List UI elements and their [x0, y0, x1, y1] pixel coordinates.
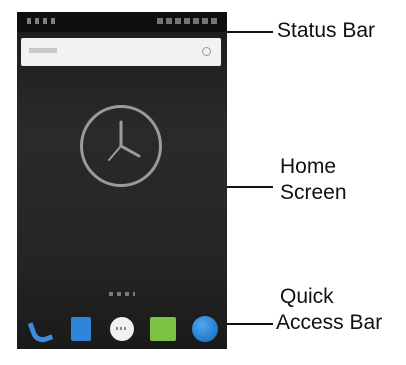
home-screen-callout-line: [227, 186, 273, 188]
page-indicator: [109, 292, 135, 296]
system-status-icons: [157, 18, 217, 24]
search-icon: [202, 47, 211, 56]
messaging-icon: [110, 317, 134, 341]
clock-widget: [80, 105, 162, 187]
status-bar: [17, 12, 227, 32]
phone-screen: [17, 12, 227, 349]
browser-icon: [192, 316, 218, 342]
notification-icons: [27, 18, 57, 24]
quick-access-bar: [17, 309, 227, 349]
home-screen-label: Home Screen: [280, 154, 347, 206]
contacts-icon: [71, 317, 91, 341]
quick-access-label-line2: Access Bar: [276, 311, 383, 334]
quick-access-label-line1: Quick: [280, 285, 334, 308]
quick-access-callout-line: [227, 323, 273, 325]
phone-icon: [27, 317, 51, 341]
search-widget: [21, 38, 221, 66]
clock-hands-icon: [108, 120, 141, 161]
quick-access-label: Quick Access Bar: [276, 284, 382, 336]
status-bar-callout-line: [227, 31, 273, 33]
diagram: Status Bar Home Screen Quick Access Bar: [0, 0, 406, 365]
search-placeholder: [29, 48, 57, 53]
home-screen-label-line2: Screen: [280, 181, 347, 204]
chat-icon: [150, 317, 176, 341]
status-bar-label: Status Bar: [277, 19, 376, 42]
home-screen-label-line1: Home: [280, 155, 337, 178]
